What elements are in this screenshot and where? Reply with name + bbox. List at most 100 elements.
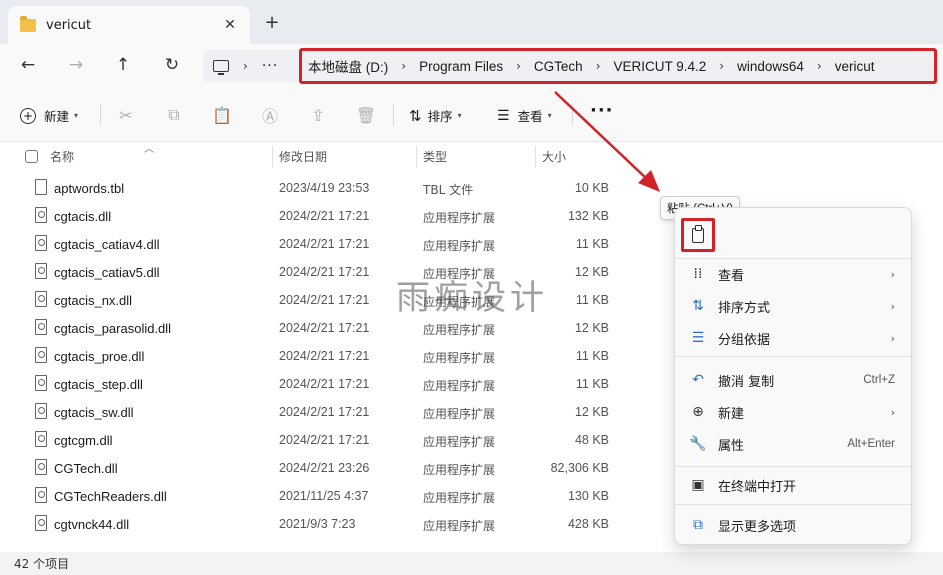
breadcrumb-item[interactable]: 本地磁盘 (D:) xyxy=(308,56,388,76)
new-tab-button[interactable]: + xyxy=(262,12,282,33)
dll-icon xyxy=(35,263,47,279)
table-row[interactable]: cgtacis_sw.dll 2024/2/21 17:21 应用程序扩展 12 KB xyxy=(0,398,680,426)
file-size: 48 KB xyxy=(574,433,609,447)
more-options-button[interactable]: ··· xyxy=(590,100,614,121)
paste-button[interactable] xyxy=(681,218,715,252)
wrench-icon: 🔧 xyxy=(689,436,707,452)
toolbar-divider xyxy=(100,104,101,126)
file-size: 11 KB xyxy=(575,237,609,251)
column-divider[interactable] xyxy=(272,146,273,168)
menu-item-wrench[interactable]: 🔧 属性 Alt+Enter xyxy=(675,429,911,459)
breadcrumb-item[interactable]: vericut xyxy=(835,59,875,74)
item-count: 42 个项目 xyxy=(14,557,70,571)
dll-icon xyxy=(35,319,47,335)
breadcrumb-item[interactable]: VERICUT 9.4.2 xyxy=(614,59,707,74)
file-name: CGTechReaders.dll xyxy=(54,489,167,504)
table-row[interactable]: cgtvnck44.dll 2021/9/3 7:23 应用程序扩展 428 KB xyxy=(0,510,680,538)
dll-icon xyxy=(35,487,47,503)
tab-vericut[interactable]: vericut ✕ xyxy=(8,6,250,44)
new-button[interactable]: + 新建 ▾ xyxy=(20,106,78,125)
table-row[interactable]: CGTechReaders.dll 2021/11/25 4:37 应用程序扩展 13… xyxy=(0,482,680,510)
view-button[interactable]: ☰ 查看 ▾ xyxy=(497,106,552,125)
chevron-down-icon: ▾ xyxy=(547,111,552,120)
delete-icon[interactable]: 🗑 xyxy=(355,104,377,126)
table-row[interactable]: aptwords.tbl 2023/4/19 23:53 TBL 文件 10 KB xyxy=(0,174,680,202)
column-name[interactable]: 名称 xyxy=(50,148,74,165)
folder-icon xyxy=(20,15,36,32)
table-row[interactable]: cgtacis_catiav5.dll 2024/2/21 17:21 应用程序扩展… xyxy=(0,258,680,286)
column-type[interactable]: 类型 xyxy=(423,148,447,165)
file-date: 2021/11/25 4:37 xyxy=(279,489,369,503)
file-date: 2024/2/21 17:21 xyxy=(279,237,370,251)
menu-item-new[interactable]: ⊕ 新建 › xyxy=(675,397,911,427)
dll-icon xyxy=(35,375,47,391)
column-divider[interactable] xyxy=(535,146,536,168)
rename-icon[interactable]: Ⓐ xyxy=(259,104,281,126)
column-date[interactable]: 修改日期 xyxy=(279,148,327,165)
chevron-right-icon[interactable]: › xyxy=(596,59,601,73)
file-size: 82,306 KB xyxy=(550,461,609,475)
menu-item-group[interactable]: ☰ 分组依据 › xyxy=(675,323,911,353)
close-tab-icon[interactable]: ✕ xyxy=(218,13,242,37)
breadcrumb-item[interactable]: windows64 xyxy=(737,59,804,74)
select-all-checkbox[interactable] xyxy=(25,150,38,163)
file-date: 2024/2/21 17:21 xyxy=(279,433,370,447)
up-button[interactable]: ↑ xyxy=(109,52,137,78)
chevron-right-icon[interactable]: › xyxy=(401,59,406,73)
table-row[interactable]: cgtacis_nx.dll 2024/2/21 17:21 应用程序扩展 11 KB xyxy=(0,286,680,314)
file-name: CGTech.dll xyxy=(54,461,118,476)
table-row[interactable]: cgtacis.dll 2024/2/21 17:21 应用程序扩展 132 KB xyxy=(0,202,680,230)
chevron-right-icon[interactable]: › xyxy=(719,59,724,73)
copy-icon[interactable]: ⧉ xyxy=(163,104,185,126)
back-button[interactable]: ← xyxy=(14,52,42,78)
file-date: 2024/2/21 17:21 xyxy=(279,265,370,279)
dll-icon xyxy=(35,459,47,475)
chevron-right-icon: › xyxy=(890,267,895,281)
chevron-down-icon: ▾ xyxy=(457,111,462,120)
menu-item-more-options[interactable]: ⧉ 显示更多选项 xyxy=(675,510,911,540)
column-header: 名称 ︿ 修改日期 类型 大小 xyxy=(0,142,943,172)
table-row[interactable]: cgtacis_proe.dll 2024/2/21 17:21 应用程序扩展 11 … xyxy=(0,342,680,370)
plus-circle-icon: + xyxy=(20,107,36,124)
sort-button[interactable]: ⇅ 排序 ▾ xyxy=(409,106,462,125)
chevron-right-icon[interactable]: › xyxy=(516,59,521,73)
file-size: 12 KB xyxy=(574,405,609,419)
file-type: 应用程序扩展 xyxy=(423,463,496,477)
toolbar-divider xyxy=(572,104,573,126)
menu-item-sort[interactable]: ⇅ 排序方式 › xyxy=(675,291,911,321)
menu-item-terminal[interactable]: ▣ 在终端中打开 xyxy=(675,470,911,500)
paste-icon[interactable]: 📋 xyxy=(211,104,233,126)
chevron-right-icon[interactable]: › xyxy=(817,59,822,73)
address-bar[interactable]: › ··· 本地磁盘 (D:) › Program Files › CGTech › VER… xyxy=(203,48,938,84)
hidden-path-dots[interactable]: ··· xyxy=(262,58,278,74)
table-row[interactable]: CGTech.dll 2024/2/21 23:26 应用程序扩展 82,306 KB xyxy=(0,454,680,482)
table-row[interactable]: cgtacis_parasolid.dll 2024/2/21 17:21 应用程序… xyxy=(0,314,680,342)
file-name: cgtvnck44.dll xyxy=(54,517,130,532)
table-row[interactable]: cgtacis_step.dll 2024/2/21 17:21 应用程序扩展 11 … xyxy=(0,370,680,398)
cut-icon[interactable]: ✂ xyxy=(115,104,137,126)
table-row[interactable]: cgtacis_catiav4.dll 2024/2/21 17:21 应用程序扩展… xyxy=(0,230,680,258)
column-divider[interactable] xyxy=(416,146,417,168)
refresh-button[interactable]: ↻ xyxy=(158,52,186,78)
file-size: 11 KB xyxy=(575,377,609,391)
forward-button[interactable]: → xyxy=(62,52,90,78)
column-size[interactable]: 大小 xyxy=(542,148,566,165)
file-type: 应用程序扩展 xyxy=(423,491,496,505)
menu-item-undo[interactable]: ↶ 撤消 复制 Ctrl+Z xyxy=(675,365,911,395)
breadcrumb-item[interactable]: CGTech xyxy=(534,59,583,74)
chevron-down-icon: ▾ xyxy=(74,111,79,120)
chevron-right-icon[interactable]: › xyxy=(243,59,248,73)
monitor-icon[interactable] xyxy=(213,60,229,75)
breadcrumb-item[interactable]: Program Files xyxy=(419,59,503,74)
menu-item-grid[interactable]: ⁞⁞ 查看 › xyxy=(675,259,911,289)
grid-icon: ⁞⁞ xyxy=(693,266,703,282)
menu-item-label: 属性 xyxy=(718,438,745,454)
share-icon[interactable]: ⇪ xyxy=(307,104,329,126)
file-name: cgtacis.dll xyxy=(54,209,112,224)
command-bar: + 新建 ▾ ✂ ⧉ 📋 Ⓐ ⇪ 🗑 ⇅ 排序 ▾ ☰ 查看 ▾ ··· xyxy=(0,86,943,142)
table-row[interactable]: cgtcgm.dll 2024/2/21 17:21 应用程序扩展 48 KB xyxy=(0,426,680,454)
sort-ascending-icon: ︿ xyxy=(144,144,154,155)
file-date: 2021/9/3 7:23 xyxy=(279,517,356,531)
file-size: 11 KB xyxy=(575,349,609,363)
menu-item-label: 撤消 复制 xyxy=(718,374,775,390)
